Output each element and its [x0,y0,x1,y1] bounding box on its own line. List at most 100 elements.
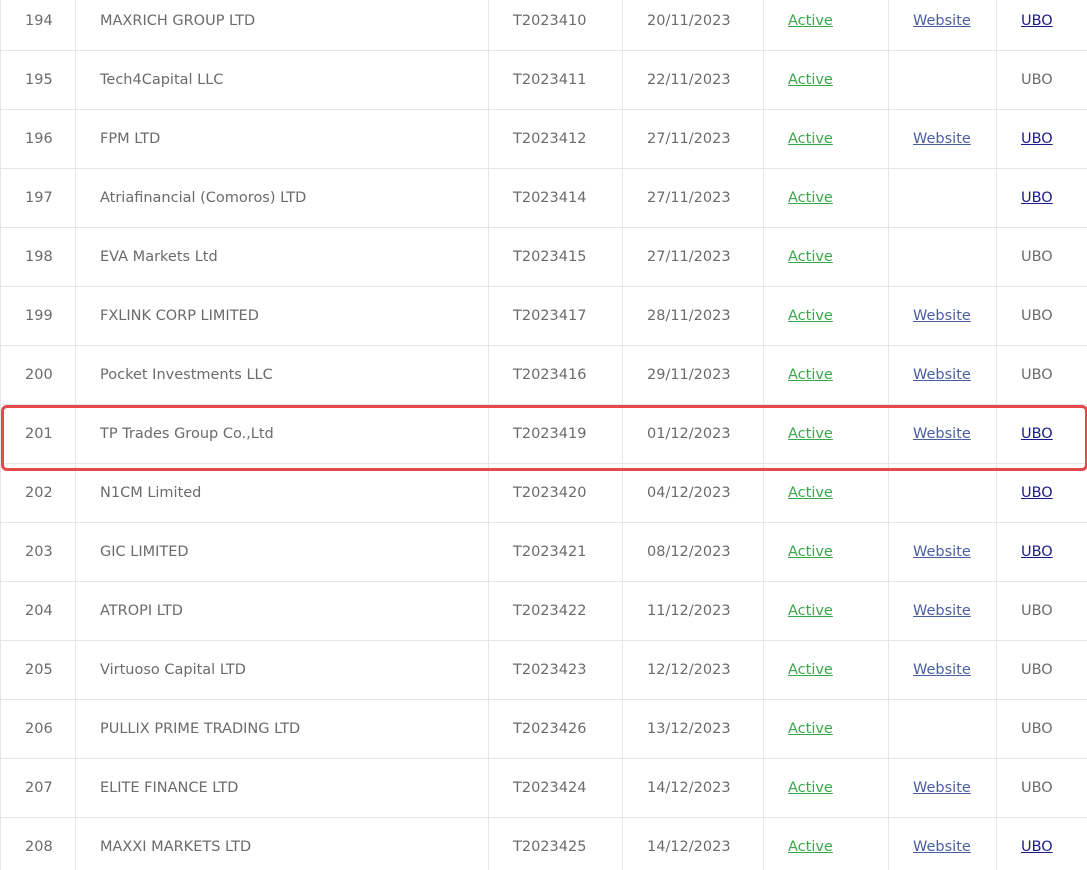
ubo-label: UBO [1021,721,1053,737]
row-number: 199 [0,286,76,346]
registration-date: 04/12/2023 [622,463,764,523]
status-link[interactable]: Active [788,367,833,383]
ubo-link[interactable]: UBO [1021,485,1053,501]
row-number: 205 [0,640,76,700]
license-number: T2023412 [488,109,623,169]
license-number: T2023411 [488,50,623,110]
row-number: 201 [0,404,76,464]
ubo-cell: UBO [996,109,1087,169]
company-name: N1CM Limited [75,463,489,523]
website-cell: Website [888,640,997,700]
status-cell: Active [763,758,889,818]
license-number: T2023423 [488,640,623,700]
ubo-label: UBO [1021,249,1053,265]
company-name: Atriafinancial (Comoros) LTD [75,168,489,228]
registry-table-container: 194 MAXRICH GROUP LTD T2023410 20/11/2023 Ac… [0,0,1087,870]
status-link[interactable]: Active [788,190,833,206]
registration-date: 28/11/2023 [622,286,764,346]
status-link[interactable]: Active [788,72,833,88]
company-name: MAXXI MARKETS LTD [75,817,489,870]
website-link[interactable]: Website [913,544,971,560]
ubo-link[interactable]: UBO [1021,13,1053,29]
ubo-link[interactable]: UBO [1021,426,1053,442]
status-link[interactable]: Active [788,308,833,324]
ubo-link[interactable]: UBO [1021,190,1053,206]
company-name: PULLIX PRIME TRADING LTD [75,699,489,759]
status-link[interactable]: Active [788,780,833,796]
table-row: 195 Tech4Capital LLC T2023411 22/11/2023 Act… [0,50,1087,110]
status-link[interactable]: Active [788,544,833,560]
status-link[interactable]: Active [788,13,833,29]
license-number: T2023420 [488,463,623,523]
status-cell: Active [763,640,889,700]
status-link[interactable]: Active [788,426,833,442]
status-link[interactable]: Active [788,721,833,737]
table-row: 207 ELITE FINANCE LTD T2023424 14/12/2023 Ac… [0,758,1087,818]
table-body: 194 MAXRICH GROUP LTD T2023410 20/11/2023 Ac… [0,0,1087,870]
row-number: 206 [0,699,76,759]
row-number: 195 [0,50,76,110]
company-name: EVA Markets Ltd [75,227,489,287]
website-cell: Website [888,345,997,405]
ubo-cell: UBO [996,463,1087,523]
ubo-cell: UBO [996,286,1087,346]
registry-table: 194 MAXRICH GROUP LTD T2023410 20/11/2023 Ac… [0,0,1087,870]
ubo-cell: UBO [996,758,1087,818]
registration-date: 27/11/2023 [622,168,764,228]
registration-date: 29/11/2023 [622,345,764,405]
ubo-link[interactable]: UBO [1021,544,1053,560]
status-link[interactable]: Active [788,485,833,501]
table-row: 200 Pocket Investments LLC T2023416 29/11/2… [0,345,1087,405]
ubo-label: UBO [1021,72,1053,88]
registration-date: 14/12/2023 [622,817,764,870]
registration-date: 14/12/2023 [622,758,764,818]
website-cell: Website [888,404,997,464]
row-number: 207 [0,758,76,818]
status-link[interactable]: Active [788,662,833,678]
ubo-link[interactable]: UBO [1021,131,1053,147]
ubo-link[interactable]: UBO [1021,839,1053,855]
website-link[interactable]: Website [913,839,971,855]
website-link[interactable]: Website [913,603,971,619]
company-name: ELITE FINANCE LTD [75,758,489,818]
row-number: 196 [0,109,76,169]
status-link[interactable]: Active [788,839,833,855]
website-link[interactable]: Website [913,367,971,383]
row-number: 204 [0,581,76,641]
status-cell: Active [763,227,889,287]
table-row: 197 Atriafinancial (Comoros) LTD T2023414 2… [0,168,1087,228]
status-link[interactable]: Active [788,249,833,265]
ubo-cell: UBO [996,581,1087,641]
website-cell: Website [888,758,997,818]
company-name: MAXRICH GROUP LTD [75,0,489,51]
table-row: 205 Virtuoso Capital LTD T2023423 12/12/202… [0,640,1087,700]
website-link[interactable]: Website [913,308,971,324]
website-cell: Website [888,0,997,51]
company-name: Tech4Capital LLC [75,50,489,110]
table-row: 198 EVA Markets Ltd T2023415 27/11/2023 Acti… [0,227,1087,287]
ubo-label: UBO [1021,603,1053,619]
company-name: FPM LTD [75,109,489,169]
website-cell: Website [888,286,997,346]
row-number: 200 [0,345,76,405]
status-link[interactable]: Active [788,131,833,147]
website-link[interactable]: Website [913,131,971,147]
website-link[interactable]: Website [913,13,971,29]
table-row: 203 GIC LIMITED T2023421 08/12/2023 Active We… [0,522,1087,582]
ubo-label: UBO [1021,662,1053,678]
registration-date: 22/11/2023 [622,50,764,110]
status-cell: Active [763,522,889,582]
ubo-label: UBO [1021,308,1053,324]
row-number: 203 [0,522,76,582]
website-link[interactable]: Website [913,780,971,796]
website-link[interactable]: Website [913,426,971,442]
website-link[interactable]: Website [913,662,971,678]
company-name: ATROPI LTD [75,581,489,641]
license-number: T2023425 [488,817,623,870]
status-link[interactable]: Active [788,603,833,619]
status-cell: Active [763,581,889,641]
status-cell: Active [763,0,889,51]
website-cell: Website [888,109,997,169]
table-row: 201 TP Trades Group Co.,Ltd T2023419 01/12/… [0,404,1087,464]
ubo-cell: UBO [996,0,1087,51]
